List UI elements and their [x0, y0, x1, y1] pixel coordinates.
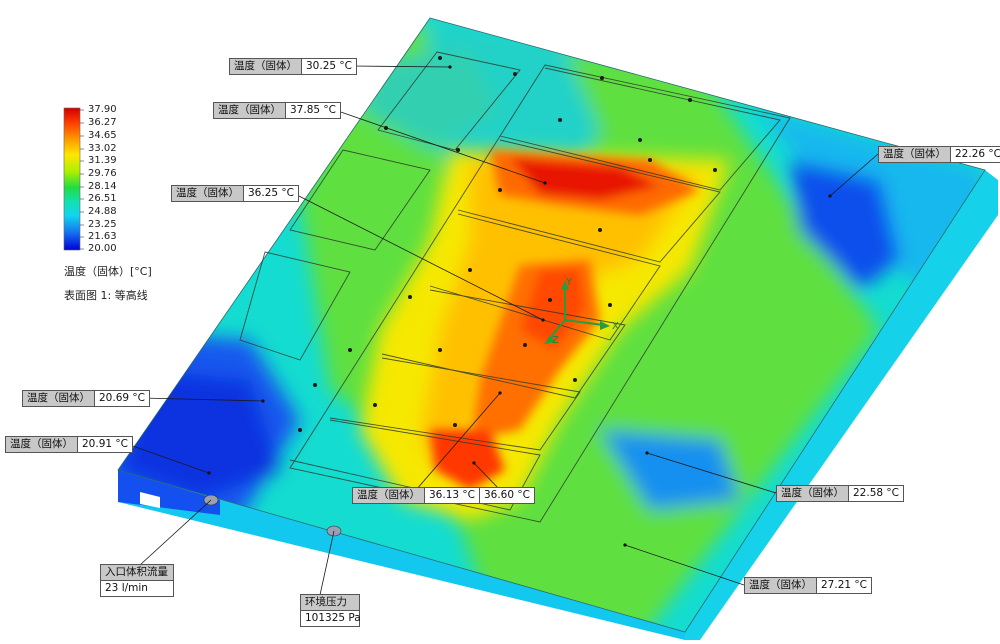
probe-label[interactable]: 温度（固体） 30.25 °C [229, 58, 357, 75]
legend-tick: 26.51 [88, 193, 117, 204]
legend-plot-label: 表面图 1: 等高线 [64, 289, 148, 302]
legend-colorbar [63, 107, 81, 251]
triad-y-label: Y [565, 277, 573, 288]
triad-x-label: X [612, 321, 619, 332]
ambient-pressure-label[interactable]: 环境压力 101325 Pa [300, 594, 361, 627]
legend-tick: 29.76 [88, 168, 117, 179]
legend-tick: 37.90 [88, 104, 117, 115]
legend-tick: 34.65 [88, 130, 117, 141]
probe-label[interactable]: 温度（固体） 37.85 °C [213, 102, 341, 119]
legend-tick: 28.14 [88, 181, 117, 192]
legend-tick: 33.02 [88, 143, 117, 154]
probe-label[interactable]: 温度（固体） 20.91 °C [5, 436, 133, 453]
probe-label[interactable]: 温度（固体） 20.69 °C [22, 390, 150, 407]
probe-label[interactable]: 温度（固体） 36.25 °C [171, 185, 299, 202]
probe-label[interactable]: 温度（固体） 22.58 °C [776, 485, 904, 502]
probe-label[interactable]: 温度（固体） 27.21 °C [744, 577, 872, 594]
inlet-flow-label[interactable]: 入口体积流量 23 l/min [100, 564, 174, 597]
legend-tick: 36.27 [88, 117, 117, 128]
legend-tick: 23.25 [88, 219, 117, 230]
legend-tick: 24.88 [88, 206, 117, 217]
probe-label[interactable]: 温度（固体） 22.26 °C [878, 146, 1000, 163]
probe-label[interactable]: 温度（固体） 36.13 °C 36.60 °C [352, 487, 535, 504]
legend-tick: 21.63 [88, 231, 117, 242]
legend-tick: 20.00 [88, 243, 117, 254]
triad-z-label: Z [552, 335, 559, 346]
cfd-viewport[interactable]: Y X Z [0, 0, 1000, 640]
legend-quantity-label: 温度（固体）[°C] [64, 265, 152, 278]
legend-tick: 31.39 [88, 155, 117, 166]
temperature-contour-model[interactable]: Y X Z [0, 0, 1000, 640]
